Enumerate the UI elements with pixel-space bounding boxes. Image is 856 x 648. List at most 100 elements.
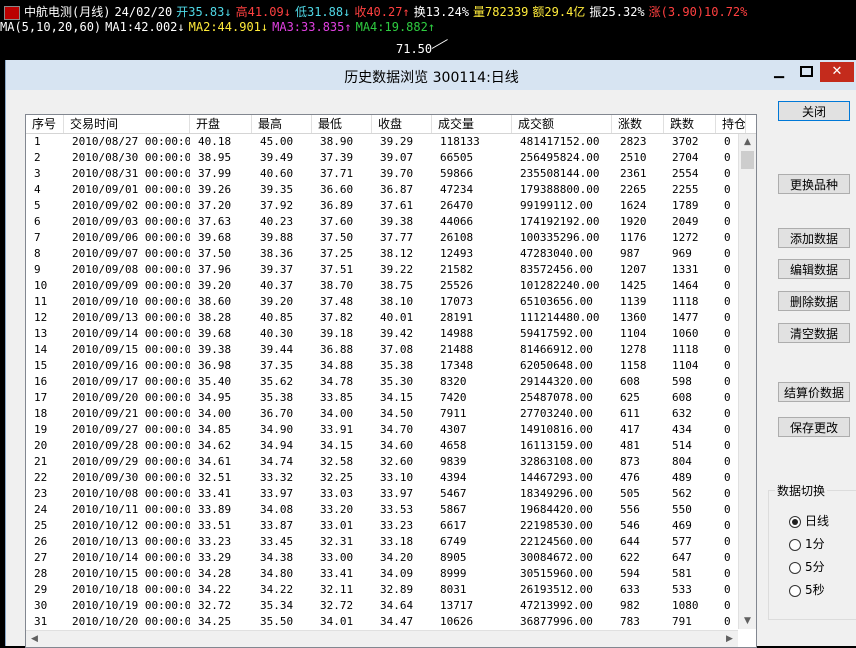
horizontal-scrollbar[interactable]: ◀ ▶ <box>26 630 738 647</box>
table-row[interactable]: 21 2010/09/29 00:00:00 34.61 34.74 32.58 32.6… <box>26 454 738 470</box>
table-cell: 476 <box>620 471 640 484</box>
radio-5sec[interactable]: 5秒 <box>789 582 825 598</box>
scroll-right-icon[interactable]: ▶ <box>721 631 738 647</box>
column-header[interactable]: 成交额 <box>512 115 612 133</box>
change-symbol-button[interactable]: 更换品种 <box>778 174 850 194</box>
scroll-up-icon[interactable]: ▲ <box>739 134 756 150</box>
settlement-data-button[interactable]: 结算价数据 <box>778 382 850 402</box>
table-cell: 489 <box>672 471 692 484</box>
table-cell: 2010/09/13 00:00:00 <box>72 311 190 324</box>
scroll-thumb[interactable] <box>741 151 754 169</box>
title-bar[interactable]: 历史数据浏览 300114:日线 ▁ ✕ <box>6 60 856 90</box>
table-cell: 581 <box>672 567 692 580</box>
table-cell: 37.92 <box>260 199 294 212</box>
table-row[interactable]: 17 2010/09/20 00:00:00 34.95 35.38 33.85 34.1… <box>26 390 738 406</box>
table-cell: 2010/10/11 00:00:00 <box>72 503 190 516</box>
table-row[interactable]: 3 2010/08/31 00:00:00 37.99 40.60 37.71 39.70… <box>26 166 738 182</box>
table-row[interactable]: 23 2010/10/08 00:00:00 33.41 33.97 33.03 33.9… <box>26 486 738 502</box>
table-row[interactable]: 6 2010/09/03 00:00:00 37.63 40.23 37.60 39.38… <box>26 214 738 230</box>
close-window-button[interactable]: ✕ <box>820 62 854 82</box>
scroll-left-icon[interactable]: ◀ <box>26 631 43 647</box>
column-header[interactable]: 跌数 <box>664 115 716 133</box>
table-row[interactable]: 1 2010/08/27 00:00:00 40.18 45.00 38.90 39.29… <box>26 134 738 150</box>
table-row[interactable]: 31 2010/10/20 00:00:00 34.25 35.50 34.01 34.4… <box>26 614 738 630</box>
add-data-button[interactable]: 添加数据 <box>778 228 850 248</box>
minimize-button[interactable]: ▁ <box>766 62 792 82</box>
table-row[interactable]: 7 2010/09/06 00:00:00 39.68 39.88 37.50 37.77… <box>26 230 738 246</box>
radio-daily[interactable]: 日线 <box>789 513 829 529</box>
table-cell: 2010/09/01 00:00:00 <box>72 183 190 196</box>
table-cell: 36.89 <box>320 199 354 212</box>
table-row[interactable]: 24 2010/10/11 00:00:00 33.89 34.08 33.20 33.5… <box>26 502 738 518</box>
table-cell: 33.23 <box>380 519 414 532</box>
radio-5min[interactable]: 5分 <box>789 559 825 575</box>
table-row[interactable]: 12 2010/09/13 00:00:00 38.28 40.85 37.82 40.0… <box>26 310 738 326</box>
table-row[interactable]: 18 2010/09/21 00:00:00 34.00 36.70 34.00 34.5… <box>26 406 738 422</box>
table-row[interactable]: 26 2010/10/13 00:00:00 33.23 33.45 32.31 33.1… <box>26 534 738 550</box>
table-cell: 83572456.00 <box>520 263 593 276</box>
radio-icon <box>789 561 801 574</box>
table-row[interactable]: 29 2010/10/18 00:00:00 34.22 34.22 32.11 32.8… <box>26 582 738 598</box>
table-row[interactable]: 11 2010/09/10 00:00:00 38.60 39.20 37.48 38.1… <box>26 294 738 310</box>
table-cell: 39.29 <box>380 135 414 148</box>
table-row[interactable]: 2 2010/08/30 00:00:00 38.95 39.49 37.39 39.07… <box>26 150 738 166</box>
table-cell: 1104 <box>672 359 699 372</box>
table-row[interactable]: 9 2010/09/08 00:00:00 37.96 39.37 37.51 39.22… <box>26 262 738 278</box>
table-cell: 17348 <box>440 359 474 372</box>
column-header[interactable]: 交易时间 <box>64 115 190 133</box>
table-cell: 44066 <box>440 215 474 228</box>
radio-1min[interactable]: 1分 <box>789 536 825 552</box>
table-cell: 1789 <box>672 199 699 212</box>
table-cell: 35.30 <box>380 375 414 388</box>
table-cell: 2010/10/18 00:00:00 <box>72 583 190 596</box>
column-header[interactable]: 开盘 <box>190 115 252 133</box>
column-header[interactable]: 序号 <box>26 115 64 133</box>
table-row[interactable]: 13 2010/09/14 00:00:00 39.68 40.30 39.18 39.4… <box>26 326 738 342</box>
table-cell: 34.22 <box>260 583 294 596</box>
table-cell: 34.78 <box>320 375 354 388</box>
table-cell: 1158 <box>620 359 647 372</box>
column-header[interactable]: 成交量 <box>432 115 512 133</box>
table-row[interactable]: 20 2010/09/28 00:00:00 34.62 34.94 34.15 34.6… <box>26 438 738 454</box>
table-row[interactable]: 27 2010/10/14 00:00:00 33.29 34.38 33.00 34.2… <box>26 550 738 566</box>
column-header[interactable]: 涨数 <box>612 115 664 133</box>
table-cell: 29144320.00 <box>520 375 593 388</box>
table-cell: 20 <box>34 439 48 452</box>
table-row[interactable]: 5 2010/09/02 00:00:00 37.20 37.92 36.89 37.61… <box>26 198 738 214</box>
column-header[interactable]: 最低 <box>312 115 372 133</box>
table-cell: 34.01 <box>320 615 354 628</box>
data-grid[interactable]: 序号 交易时间 开盘 最高 最低 收盘 成交量 成交额 涨数 跌数 持仓 1 2010/08/27 0… <box>25 114 757 648</box>
edit-data-button[interactable]: 编辑数据 <box>778 259 850 279</box>
column-header[interactable]: 持仓 <box>716 115 746 133</box>
table-row[interactable]: 30 2010/10/19 00:00:00 32.72 35.34 32.72 34.6… <box>26 598 738 614</box>
table-row[interactable]: 25 2010/10/12 00:00:00 33.51 33.87 33.01 33.2… <box>26 518 738 534</box>
table-row[interactable]: 16 2010/09/17 00:00:00 35.40 35.62 34.78 35.3… <box>26 374 738 390</box>
table-cell: 22 <box>34 471 48 484</box>
table-row[interactable]: 10 2010/09/09 00:00:00 39.20 40.37 38.70 38.7… <box>26 278 738 294</box>
table-cell: 66505 <box>440 151 474 164</box>
table-cell: 35.40 <box>198 375 232 388</box>
table-cell: 34.28 <box>198 567 232 580</box>
table-cell: 34.80 <box>260 567 294 580</box>
column-header[interactable]: 最高 <box>252 115 312 133</box>
table-cell: 38.95 <box>198 151 232 164</box>
table-row[interactable]: 15 2010/09/16 00:00:00 36.98 37.35 34.88 35.3… <box>26 358 738 374</box>
delete-data-button[interactable]: 删除数据 <box>778 291 850 311</box>
clear-data-button[interactable]: 清空数据 <box>778 323 850 343</box>
table-cell: 32.11 <box>320 583 354 596</box>
table-row[interactable]: 28 2010/10/15 00:00:00 34.28 34.80 33.41 34.0… <box>26 566 738 582</box>
table-cell: 5467 <box>440 487 467 500</box>
table-cell: 21 <box>34 455 48 468</box>
close-button[interactable]: 关闭 <box>778 101 850 121</box>
maximize-button[interactable] <box>793 62 819 82</box>
table-row[interactable]: 8 2010/09/07 00:00:00 37.50 38.36 37.25 38.12… <box>26 246 738 262</box>
table-row[interactable]: 19 2010/09/27 00:00:00 34.85 34.90 33.91 34.7… <box>26 422 738 438</box>
table-row[interactable]: 4 2010/09/01 00:00:00 39.26 39.35 36.60 36.87… <box>26 182 738 198</box>
save-changes-button[interactable]: 保存更改 <box>778 417 850 437</box>
vertical-scrollbar[interactable]: ▲ ▼ <box>738 134 756 629</box>
table-cell: 39.26 <box>198 183 232 196</box>
column-header[interactable]: 收盘 <box>372 115 432 133</box>
table-row[interactable]: 22 2010/09/30 00:00:00 32.51 33.32 32.25 33.1… <box>26 470 738 486</box>
scroll-down-icon[interactable]: ▼ <box>739 613 756 629</box>
table-row[interactable]: 14 2010/09/15 00:00:00 39.38 39.44 36.88 37.0… <box>26 342 738 358</box>
